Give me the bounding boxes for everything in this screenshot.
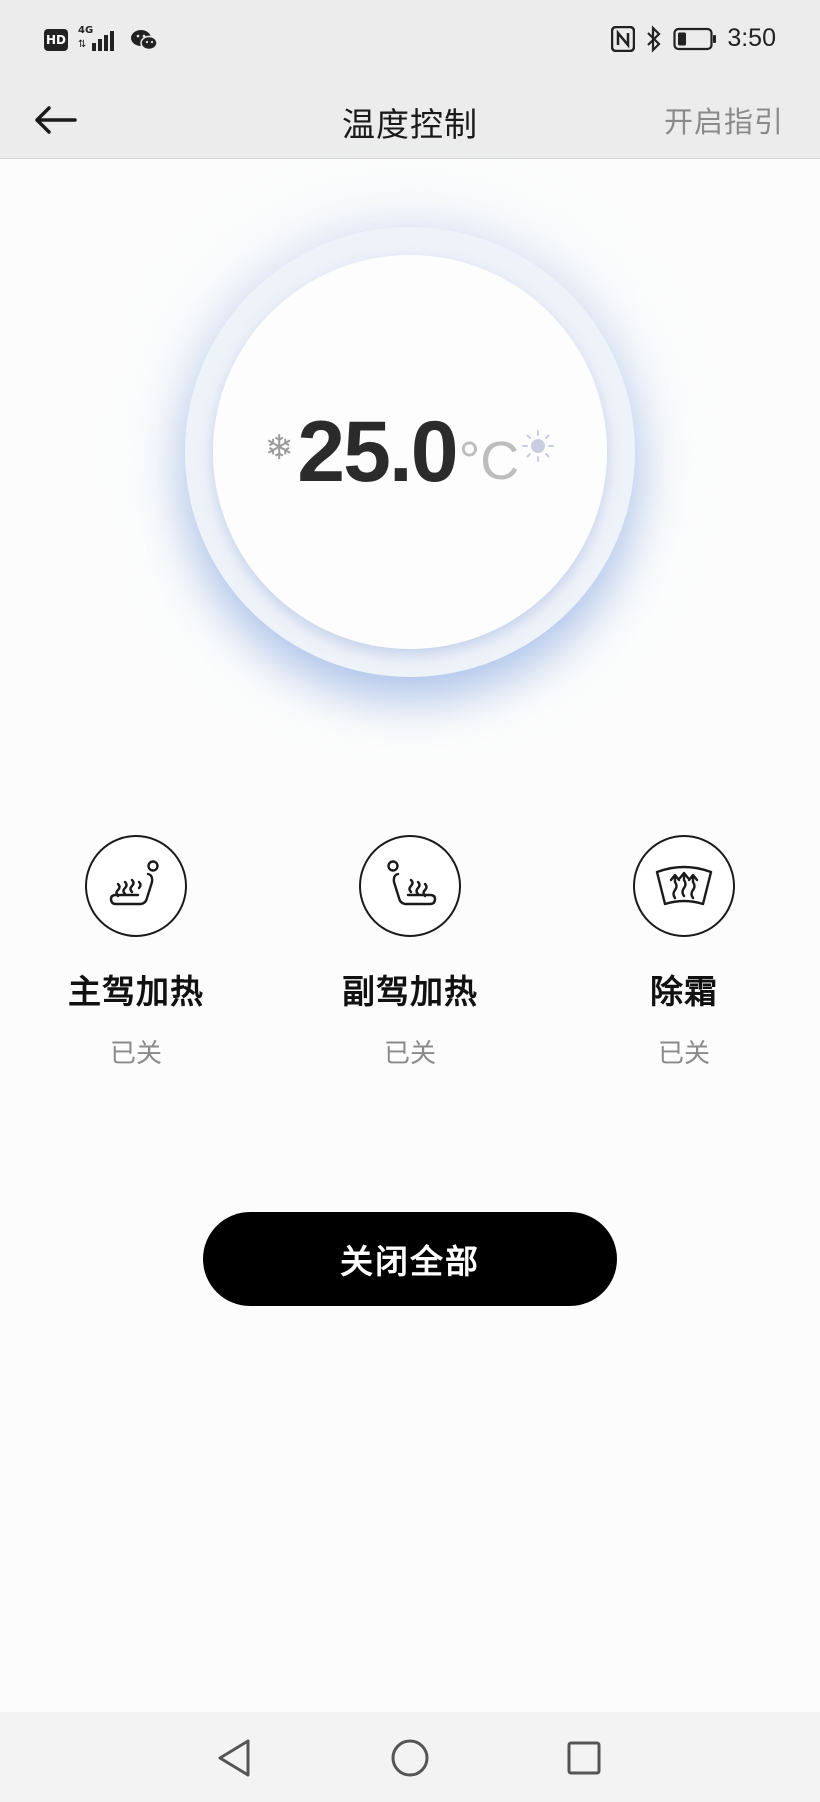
defrost-state: 已关 xyxy=(657,1039,710,1069)
network-type-label: 4G xyxy=(78,25,94,36)
defrost-control[interactable]: 除霜 已关 xyxy=(564,835,804,1070)
passenger-seat-heat-state: 已关 xyxy=(383,1039,436,1069)
passenger-seat-heat-label: 副驾加热 xyxy=(342,972,478,1011)
temperature-value: 25.0 xyxy=(297,403,458,500)
driver-seat-heat-label: 主驾加热 xyxy=(68,972,204,1011)
open-guide-link[interactable]: 开启指引 xyxy=(664,99,784,141)
passenger-seat-heat-control[interactable]: 副驾加热 已关 xyxy=(290,835,530,1070)
wechat-icon xyxy=(131,30,158,51)
sun-icon[interactable] xyxy=(521,429,555,463)
driver-seat-heat-icon xyxy=(109,860,159,906)
status-bar: HD 4G ⇅ 3:50 xyxy=(0,0,820,82)
passenger-seat-heat-button[interactable] xyxy=(359,835,461,937)
snowflake-icon[interactable]: ❄ xyxy=(265,428,294,468)
system-nav-bar xyxy=(0,1712,820,1802)
nav-home-button[interactable] xyxy=(386,1734,434,1782)
app-header: 温度控制 开启指引 xyxy=(0,82,820,159)
bluetooth-icon xyxy=(647,24,661,53)
battery-icon xyxy=(673,27,717,50)
nav-recents-button[interactable] xyxy=(560,1734,608,1782)
clock-time: 3:50 xyxy=(727,24,776,52)
signal-icon: 4G ⇅ xyxy=(78,25,120,53)
nfc-icon xyxy=(611,25,636,52)
recents-square-icon xyxy=(567,1741,601,1775)
hd-icon: HD xyxy=(44,29,68,51)
driver-seat-heat-button[interactable] xyxy=(85,835,187,937)
status-left: HD 4G ⇅ xyxy=(44,25,158,53)
back-triangle-icon xyxy=(218,1739,250,1777)
home-circle-icon xyxy=(391,1739,429,1777)
defrost-button[interactable] xyxy=(633,835,735,937)
temperature-unit: °C xyxy=(458,431,520,491)
status-right: 3:50 xyxy=(611,24,776,53)
temperature-display: ❄ 25.0 °C xyxy=(213,255,607,649)
driver-seat-heat-state: 已关 xyxy=(109,1039,162,1069)
close-all-button[interactable]: 关闭全部 xyxy=(203,1212,617,1306)
defrost-icon xyxy=(655,865,713,906)
passenger-seat-heat-icon xyxy=(387,860,437,906)
driver-seat-heat-control[interactable]: 主驾加热 已关 xyxy=(16,835,256,1070)
nav-back-button[interactable] xyxy=(210,1734,258,1782)
defrost-label: 除霜 xyxy=(650,972,718,1011)
